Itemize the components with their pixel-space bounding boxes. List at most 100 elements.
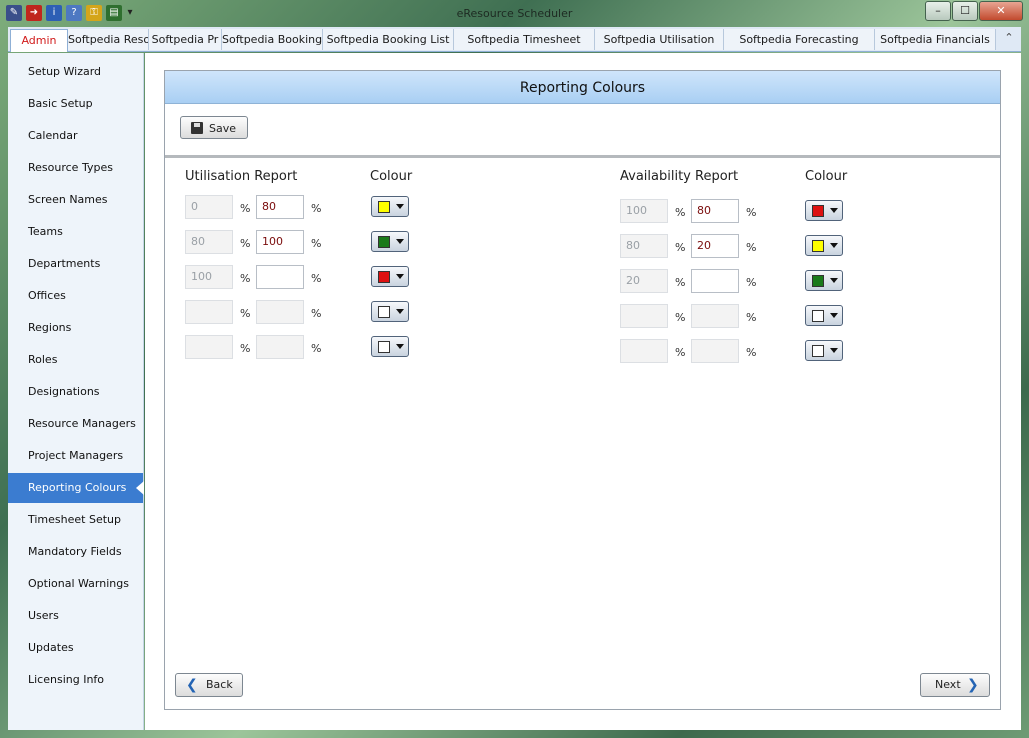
sidebar-item-mandatory-fields[interactable]: Mandatory Fields	[8, 537, 143, 567]
window-title: eResource Scheduler	[456, 7, 573, 20]
chevron-left-icon: ❮	[186, 677, 198, 693]
utilisation-to-field	[256, 335, 304, 359]
utilisation-to-field[interactable]	[256, 265, 304, 289]
sidebar-item-updates[interactable]: Updates	[8, 633, 143, 663]
collapse-ribbon-icon[interactable]: ⌃	[1001, 30, 1017, 46]
colour-picker-button[interactable]	[805, 305, 843, 326]
panel-title: Reporting Colours	[165, 71, 1000, 104]
tab-admin[interactable]: Admin	[10, 29, 68, 52]
colour-swatch	[378, 236, 390, 248]
percent-label: %	[240, 202, 251, 215]
sidebar-item-regions[interactable]: Regions	[8, 313, 143, 343]
tab-softpedia-timesheet[interactable]: Softpedia Timesheet	[454, 29, 595, 50]
availability-to-field	[691, 304, 739, 328]
sidebar-item-resource-managers[interactable]: Resource Managers	[8, 409, 143, 439]
colour-picker-button[interactable]	[805, 235, 843, 256]
colour-swatch	[378, 271, 390, 283]
tab-softpedia-financials[interactable]: Softpedia Financials	[875, 29, 996, 50]
panel-separator	[165, 155, 1000, 158]
percent-label: %	[240, 307, 251, 320]
colour-picker-button[interactable]	[371, 231, 409, 252]
maximize-button[interactable]: ☐	[952, 1, 978, 21]
percent-label: %	[240, 342, 251, 355]
colour-swatch	[378, 201, 390, 213]
tab-softpedia-forecasting[interactable]: Softpedia Forecasting	[724, 29, 875, 50]
dropdown-arrow-icon	[396, 239, 404, 244]
sidebar-item-roles[interactable]: Roles	[8, 345, 143, 375]
sidebar-item-timesheet-setup[interactable]: Timesheet Setup	[8, 505, 143, 535]
utilisation-colour-heading: Colour	[370, 169, 413, 184]
close-button[interactable]: ✕	[979, 1, 1023, 21]
reporting-colours-panel: Reporting Colours Save Utilisation Repor…	[164, 70, 1001, 710]
availability-from-field	[620, 339, 668, 363]
minimize-button[interactable]: –	[925, 1, 951, 21]
availability-report-heading: Availability Report	[620, 169, 739, 184]
tab-softpedia-booking[interactable]: Softpedia Booking	[222, 29, 323, 50]
colour-swatch	[812, 205, 824, 217]
percent-label: %	[675, 276, 686, 289]
utilisation-from-field: 80	[185, 230, 233, 254]
next-button-label: Next	[935, 678, 961, 691]
availability-to-field[interactable]: 80	[691, 199, 739, 223]
sidebar-item-screen-names[interactable]: Screen Names	[8, 185, 143, 215]
sidebar-item-offices[interactable]: Offices	[8, 281, 143, 311]
availability-from-field: 80	[620, 234, 668, 258]
sidebar-item-optional-warnings[interactable]: Optional Warnings	[8, 569, 143, 599]
dropdown-arrow-icon	[396, 204, 404, 209]
availability-from-field: 100	[620, 199, 668, 223]
chevron-right-icon: ❯	[967, 677, 979, 693]
colour-picker-button[interactable]	[805, 200, 843, 221]
sidebar-item-basic-setup[interactable]: Basic Setup	[8, 89, 143, 119]
colour-swatch	[378, 306, 390, 318]
sidebar-item-resource-types[interactable]: Resource Types	[8, 153, 143, 183]
utilisation-to-field[interactable]: 100	[256, 230, 304, 254]
colour-picker-button[interactable]	[371, 336, 409, 357]
sidebar-item-project-managers[interactable]: Project Managers	[8, 441, 143, 471]
dropdown-arrow-icon	[830, 278, 838, 283]
colour-swatch	[378, 341, 390, 353]
sidebar-item-setup-wizard[interactable]: Setup Wizard	[8, 57, 143, 87]
next-button[interactable]: Next ❯	[920, 673, 990, 697]
colour-picker-button[interactable]	[371, 301, 409, 322]
dropdown-arrow-icon	[396, 274, 404, 279]
sidebar-item-licensing-info[interactable]: Licensing Info	[8, 665, 143, 695]
colour-picker-button[interactable]	[805, 340, 843, 361]
utilisation-from-field: 0	[185, 195, 233, 219]
sidebar-item-calendar[interactable]: Calendar	[8, 121, 143, 151]
availability-colour-heading: Colour	[805, 169, 848, 184]
dropdown-arrow-icon	[396, 344, 404, 349]
sidebar-item-reporting-colours[interactable]: Reporting Colours	[8, 473, 144, 503]
colour-picker-button[interactable]	[805, 270, 843, 291]
dropdown-arrow-icon	[830, 348, 838, 353]
percent-label: %	[746, 206, 757, 219]
colour-swatch	[812, 345, 824, 357]
colour-picker-button[interactable]	[371, 266, 409, 287]
availability-to-field[interactable]: 20	[691, 234, 739, 258]
dropdown-arrow-icon	[396, 309, 404, 314]
percent-label: %	[675, 311, 686, 324]
save-button[interactable]: Save	[180, 116, 248, 139]
percent-label: %	[675, 206, 686, 219]
percent-label: %	[675, 346, 686, 359]
sidebar-item-designations[interactable]: Designations	[8, 377, 143, 407]
title-bar: ✎ ➜ i ? ⚿ ▤ ▾ eResource Scheduler – ☐ ✕	[0, 0, 1029, 28]
utilisation-to-field[interactable]: 80	[256, 195, 304, 219]
sidebar-item-departments[interactable]: Departments	[8, 249, 143, 279]
availability-to-field[interactable]	[691, 269, 739, 293]
tab-softpedia-pr[interactable]: Softpedia Pr	[149, 29, 222, 50]
save-button-label: Save	[209, 122, 237, 135]
tab-softpedia-utilisation[interactable]: Softpedia Utilisation	[595, 29, 724, 50]
utilisation-report-heading: Utilisation Report	[185, 169, 298, 184]
dropdown-arrow-icon	[830, 243, 838, 248]
colour-picker-button[interactable]	[371, 196, 409, 217]
tab-softpedia-booking-list[interactable]: Softpedia Booking List	[323, 29, 454, 50]
back-button[interactable]: ❮ Back	[175, 673, 243, 697]
admin-sidebar: Setup Wizard Basic Setup Calendar Resour…	[8, 53, 144, 730]
colour-swatch	[812, 310, 824, 322]
tab-softpedia-reso[interactable]: Softpedia Reso	[68, 29, 149, 50]
sidebar-item-teams[interactable]: Teams	[8, 217, 143, 247]
percent-label: %	[746, 276, 757, 289]
percent-label: %	[311, 307, 322, 320]
colour-swatch	[812, 240, 824, 252]
sidebar-item-users[interactable]: Users	[8, 601, 143, 631]
